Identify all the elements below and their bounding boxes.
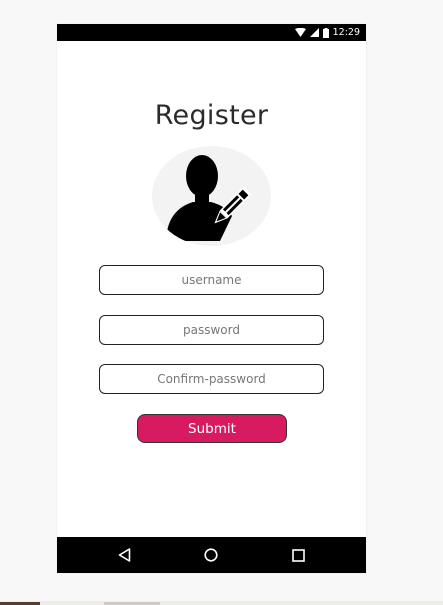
page-title: Register — [154, 100, 269, 131]
password-field[interactable] — [99, 315, 324, 345]
username-field[interactable] — [99, 265, 324, 295]
cell-signal-icon — [309, 28, 319, 37]
status-time: 12:29 — [332, 27, 360, 38]
recents-icon[interactable] — [289, 546, 307, 564]
avatar — [152, 146, 271, 246]
confirm-password-field[interactable] — [99, 364, 324, 394]
status-bar: 12:29 — [57, 24, 366, 41]
status-icons: 12:29 — [294, 26, 360, 39]
back-icon[interactable] — [115, 546, 133, 564]
window-bottom-strip — [0, 601, 443, 605]
battery-icon — [322, 27, 329, 38]
wifi-icon — [294, 28, 306, 37]
user-edit-icon — [166, 155, 252, 241]
home-icon[interactable] — [202, 546, 220, 564]
navigation-bar — [57, 537, 366, 573]
phone-screen: 12:29 Register Submit — [57, 24, 366, 573]
submit-button[interactable]: Submit — [137, 414, 287, 443]
